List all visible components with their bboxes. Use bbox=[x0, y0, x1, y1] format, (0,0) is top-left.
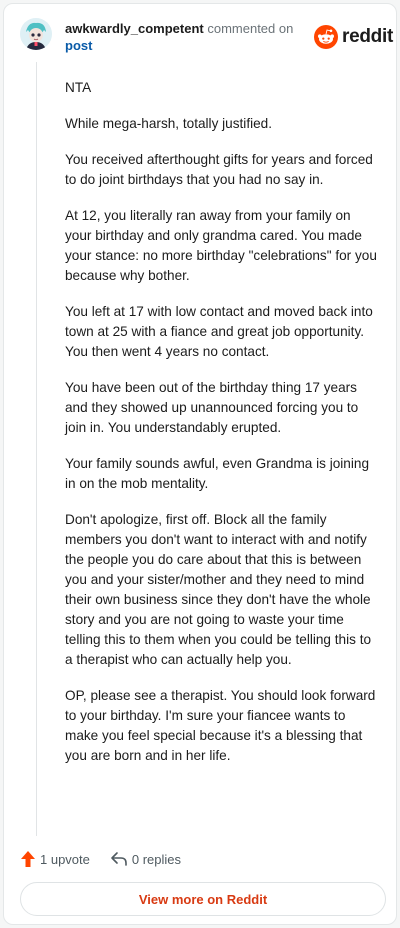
comment-paragraph: Don't apologize, first off. Block all th… bbox=[65, 512, 372, 667]
comment-paragraph: While mega-harsh, totally justified. bbox=[65, 116, 273, 131]
replies-button[interactable]: 0 replies bbox=[110, 851, 181, 867]
comment-action-text: commented on bbox=[207, 21, 294, 36]
comment-paragraph: You left at 17 with low contact and move… bbox=[65, 304, 373, 359]
comment-meta: awkwardly_competent commented on post bbox=[65, 20, 305, 54]
reddit-brand[interactable]: reddit bbox=[314, 25, 393, 49]
thread-line[interactable] bbox=[36, 62, 37, 836]
comment-paragraph: You received afterthought gifts for year… bbox=[65, 152, 373, 187]
reply-arrow-icon bbox=[111, 852, 127, 866]
avatar-image bbox=[20, 18, 52, 50]
view-more-button[interactable]: View more on Reddit bbox=[20, 882, 386, 916]
comment-paragraph: You have been out of the birthday thing … bbox=[65, 380, 359, 435]
comment-paragraph: Your family sounds awful, even Grandma i… bbox=[65, 456, 370, 491]
comment-body: NTA While mega-harsh, totally justified.… bbox=[65, 78, 377, 782]
comment-paragraph: OP, please see a therapist. You should l… bbox=[65, 688, 376, 763]
upvote-button[interactable]: 1 upvote bbox=[20, 850, 90, 868]
comment-footer: 1 upvote 0 replies bbox=[20, 848, 181, 870]
reddit-logo-icon bbox=[314, 25, 338, 49]
post-link[interactable]: post bbox=[65, 37, 305, 54]
upvote-arrow-icon bbox=[21, 851, 35, 867]
brand-name: reddit bbox=[342, 26, 393, 47]
username-link[interactable]: awkwardly_competent bbox=[65, 21, 204, 36]
upvote-count: 1 upvote bbox=[40, 851, 90, 867]
avatar[interactable] bbox=[20, 18, 52, 50]
comment-paragraph: NTA bbox=[65, 80, 92, 95]
comment-paragraph: At 12, you literally ran away from your … bbox=[65, 208, 377, 283]
comment-card: awkwardly_competent commented on post re… bbox=[3, 3, 397, 925]
replies-count: 0 replies bbox=[131, 851, 182, 867]
